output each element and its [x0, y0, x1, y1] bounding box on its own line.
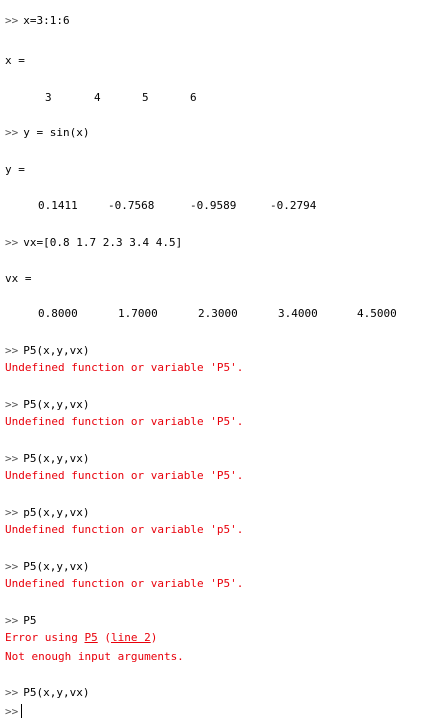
command-line: >> x=3:1:6: [5, 14, 70, 28]
command-line: >> y = sin(x): [5, 126, 89, 140]
command-text: p5(x,y,vx): [23, 506, 90, 519]
text-cursor: [21, 704, 23, 718]
command-text: P5: [23, 614, 37, 627]
error-message: Error using P5 (line 2): [5, 631, 157, 645]
command-text: P5(x,y,vx): [23, 686, 90, 699]
prompt: >>: [5, 344, 19, 357]
value: 4.5000: [357, 307, 397, 320]
prompt: >>: [5, 614, 19, 627]
line-link[interactable]: line 2: [111, 631, 151, 644]
command-line: >> P5(x,y,vx): [5, 686, 89, 700]
value: 5: [142, 91, 149, 104]
output-label: x =: [5, 54, 25, 67]
error-message: Undefined function or variable 'P5'.: [5, 469, 244, 482]
prompt: >>: [5, 452, 19, 465]
command-text: x=3:1:6: [23, 14, 70, 27]
command-text: P5(x,y,vx): [23, 560, 90, 573]
output-label: y =: [5, 163, 25, 176]
error-message: Undefined function or variable 'P5'.: [5, 361, 244, 374]
command-line: >> P5: [5, 614, 37, 628]
output-label: vx =: [5, 272, 32, 285]
prompt: >>: [5, 398, 19, 411]
command-text: P5(x,y,vx): [23, 398, 90, 411]
command-line: >> vx=[0.8 1.7 2.3 3.4 4.5]: [5, 236, 182, 250]
value: -0.2794: [270, 199, 317, 212]
error-message: Undefined function or variable 'P5'.: [5, 415, 244, 428]
error-detail: Not enough input arguments.: [5, 650, 184, 663]
command-line: >> P5(x,y,vx): [5, 452, 89, 466]
command-text: P5(x,y,vx): [23, 452, 90, 465]
active-prompt-line[interactable]: >>: [5, 704, 23, 718]
command-text: y = sin(x): [23, 126, 90, 139]
value: 2.3000: [198, 307, 238, 320]
command-line: >> P5(x,y,vx): [5, 398, 89, 412]
error-mid: (: [97, 631, 111, 644]
command-text: vx=[0.8 1.7 2.3 3.4 4.5]: [23, 236, 183, 249]
function-link[interactable]: P5: [84, 631, 97, 644]
prompt: >>: [5, 560, 19, 573]
prompt: >>: [5, 236, 19, 249]
command-window[interactable]: >> x=3:1:6 x = 3 4 5 6 >> y = sin(x) y = 0…: [0, 0, 423, 721]
prompt: >>: [5, 14, 19, 27]
command-line: >> P5(x,y,vx): [5, 344, 89, 358]
value: 3.4000: [278, 307, 318, 320]
prompt: >>: [5, 686, 19, 699]
value: -0.7568: [108, 199, 155, 212]
value: 0.1411: [38, 199, 78, 212]
value: 6: [190, 91, 197, 104]
value: 1.7000: [118, 307, 158, 320]
command-text: P5(x,y,vx): [23, 344, 90, 357]
prompt: >>: [5, 126, 19, 139]
command-line: >> P5(x,y,vx): [5, 560, 89, 574]
error-suffix: ): [150, 631, 158, 644]
command-line: >> p5(x,y,vx): [5, 506, 89, 520]
prompt: >>: [5, 705, 19, 718]
value: -0.9589: [190, 199, 237, 212]
value: 0.8000: [38, 307, 78, 320]
error-message: Undefined function or variable 'p5'.: [5, 523, 244, 536]
error-message: Undefined function or variable 'P5'.: [5, 577, 244, 590]
prompt: >>: [5, 506, 19, 519]
error-prefix: Error using: [5, 631, 85, 644]
value: 4: [94, 91, 101, 104]
value: 3: [45, 91, 52, 104]
